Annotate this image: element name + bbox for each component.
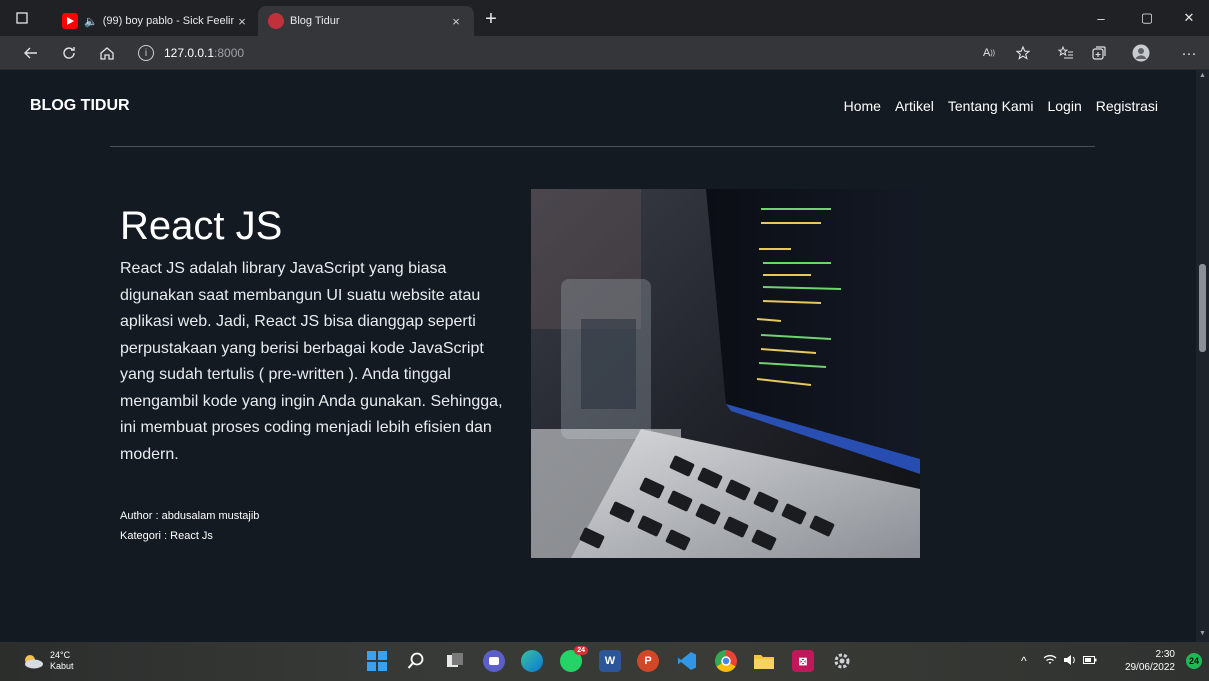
file-explorer-icon[interactable] <box>753 650 775 672</box>
post-category: Kategori : React Js <box>120 530 213 542</box>
system-clock[interactable]: 2:30 29/06/2022 <box>1125 648 1175 674</box>
nav-registrasi[interactable]: Registrasi <box>1096 98 1158 114</box>
site-nav: Home Artikel Tentang Kami Login Registra… <box>844 98 1158 114</box>
nav-artikel[interactable]: Artikel <box>895 98 934 114</box>
browser-tabstrip: 🔈 (99) boy pablo - Sick Feelin × Blog Ti… <box>0 0 1209 36</box>
restore-button[interactable]: ▢ <box>1127 0 1167 36</box>
profile-avatar-icon[interactable] <box>1128 41 1154 65</box>
clock-date: 29/06/2022 <box>1124 662 1175 673</box>
windows-taskbar: 24°C Kabut 24 W P ⊠ ^ 2:30 29/06/2022 24 <box>0 642 1209 681</box>
new-tab-button[interactable]: + <box>478 6 504 32</box>
wifi-icon[interactable] <box>1043 654 1057 669</box>
refresh-icon[interactable] <box>56 41 82 65</box>
chrome-icon[interactable] <box>715 650 737 672</box>
header-divider <box>110 146 1095 147</box>
nav-login[interactable]: Login <box>1047 98 1081 114</box>
whatsapp-badge: 24 <box>574 646 588 655</box>
edge-icon[interactable] <box>521 650 543 672</box>
collections-icon[interactable] <box>1086 41 1112 65</box>
home-icon[interactable] <box>94 41 120 65</box>
word-icon[interactable]: W <box>599 650 621 672</box>
read-aloud-icon[interactable]: A)) <box>976 41 1002 65</box>
settings-gear-icon[interactable] <box>831 650 853 672</box>
nav-tentang-kami[interactable]: Tentang Kami <box>948 98 1034 114</box>
clock-time: 2:30 <box>1155 649 1175 660</box>
close-window-button[interactable]: ✕ <box>1169 0 1209 36</box>
scroll-down-icon[interactable]: ▼ <box>1198 630 1207 640</box>
weather-temperature: 24°C <box>50 650 71 660</box>
xampp-icon[interactable]: ⊠ <box>792 650 814 672</box>
battery-icon[interactable] <box>1083 654 1097 668</box>
notification-badge[interactable]: 24 <box>1186 653 1202 669</box>
tab-blog-tidur[interactable]: Blog Tidur × <box>258 6 474 36</box>
favorite-star-icon[interactable] <box>1010 41 1036 65</box>
minimize-button[interactable]: – <box>1081 0 1121 36</box>
site-brand[interactable]: BLOG TIDUR <box>30 97 130 115</box>
tab-title: (99) boy pablo - Sick Feelin <box>102 15 234 27</box>
post-body: React JS adalah library JavaScript yang … <box>120 260 503 463</box>
tab-actions-icon[interactable] <box>2 0 42 36</box>
powerpoint-icon[interactable]: P <box>637 650 659 672</box>
task-view-icon[interactable] <box>444 650 466 672</box>
cloud-icon <box>25 655 43 669</box>
tab-title: Blog Tidur <box>290 15 340 27</box>
vscode-icon[interactable] <box>676 650 698 672</box>
site-info-icon[interactable]: i <box>138 45 154 61</box>
more-menu-icon[interactable]: ··· <box>1176 41 1202 65</box>
weather-widget[interactable]: 24°C Kabut <box>22 650 74 672</box>
url-port: :8000 <box>214 46 245 60</box>
speaker-icon[interactable]: 🔈 <box>84 15 98 28</box>
nav-home[interactable]: Home <box>844 98 881 114</box>
close-tab-icon[interactable]: × <box>448 14 464 29</box>
whatsapp-icon[interactable]: 24 <box>560 646 588 672</box>
search-icon[interactable] <box>405 650 427 672</box>
teams-chat-icon[interactable] <box>483 650 505 672</box>
site-favicon-icon <box>268 13 284 29</box>
post-hero-image <box>531 189 920 558</box>
youtube-icon <box>62 13 78 29</box>
volume-icon[interactable] <box>1063 654 1077 669</box>
post-author: Author : abdusalam mustajib <box>120 510 260 522</box>
scrollbar-thumb[interactable] <box>1199 264 1206 352</box>
chevron-up-icon[interactable]: ^ <box>1021 654 1027 668</box>
address-bar[interactable]: i 127.0.0.1 :8000 <box>138 40 1043 66</box>
favorites-list-icon[interactable] <box>1052 41 1078 65</box>
back-icon[interactable] <box>18 41 44 65</box>
url-host: 127.0.0.1 <box>164 46 215 60</box>
post-meta: Author : abdusalam mustajib Kategori : R… <box>120 506 259 546</box>
post-title: React JS <box>120 204 283 248</box>
browser-toolbar: i 127.0.0.1 :8000 A)) ··· <box>0 36 1209 70</box>
windows-start-icon[interactable] <box>366 650 388 672</box>
scroll-up-icon[interactable]: ▲ <box>1198 72 1207 82</box>
weather-condition: Kabut <box>50 661 74 671</box>
tab-youtube[interactable]: 🔈 (99) boy pablo - Sick Feelin × <box>52 6 260 36</box>
web-page: BLOG TIDUR Home Artikel Tentang Kami Log… <box>0 70 1196 642</box>
page-scrollbar[interactable]: ▲ ▼ <box>1196 70 1209 642</box>
close-tab-icon[interactable]: × <box>234 14 250 29</box>
